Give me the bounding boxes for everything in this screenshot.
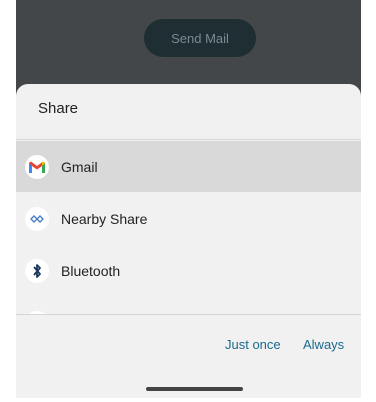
just-once-button[interactable]: Just once: [225, 337, 281, 352]
send-mail-button[interactable]: Send Mail: [144, 19, 256, 57]
share-target-label: Bluetooth: [61, 262, 121, 279]
share-target-label: Nearby Share: [61, 210, 148, 227]
share-sheet-title: Share: [38, 100, 79, 117]
home-indicator[interactable]: [146, 387, 243, 391]
actions-divider: [16, 314, 361, 315]
share-sheet: Share Gmail Nearby Share Bluetooth Just …: [16, 84, 361, 398]
nearby-share-icon: [25, 206, 49, 231]
share-target-bluetooth[interactable]: Bluetooth: [16, 245, 361, 296]
bluetooth-icon: [25, 258, 49, 283]
gmail-icon: [25, 154, 49, 179]
share-target-gmail[interactable]: Gmail: [16, 141, 361, 192]
share-target-label: Gmail: [61, 158, 98, 175]
action-bar: Just once Always: [16, 337, 361, 361]
phone-screen: Send Mail Share Gmail Nearby Share Bluet…: [16, 0, 361, 398]
share-target-drive[interactable]: [16, 297, 361, 314]
share-target-nearby-share[interactable]: Nearby Share: [16, 193, 361, 244]
share-target-list[interactable]: Gmail Nearby Share Bluetooth: [16, 140, 361, 314]
always-button[interactable]: Always: [303, 337, 344, 352]
